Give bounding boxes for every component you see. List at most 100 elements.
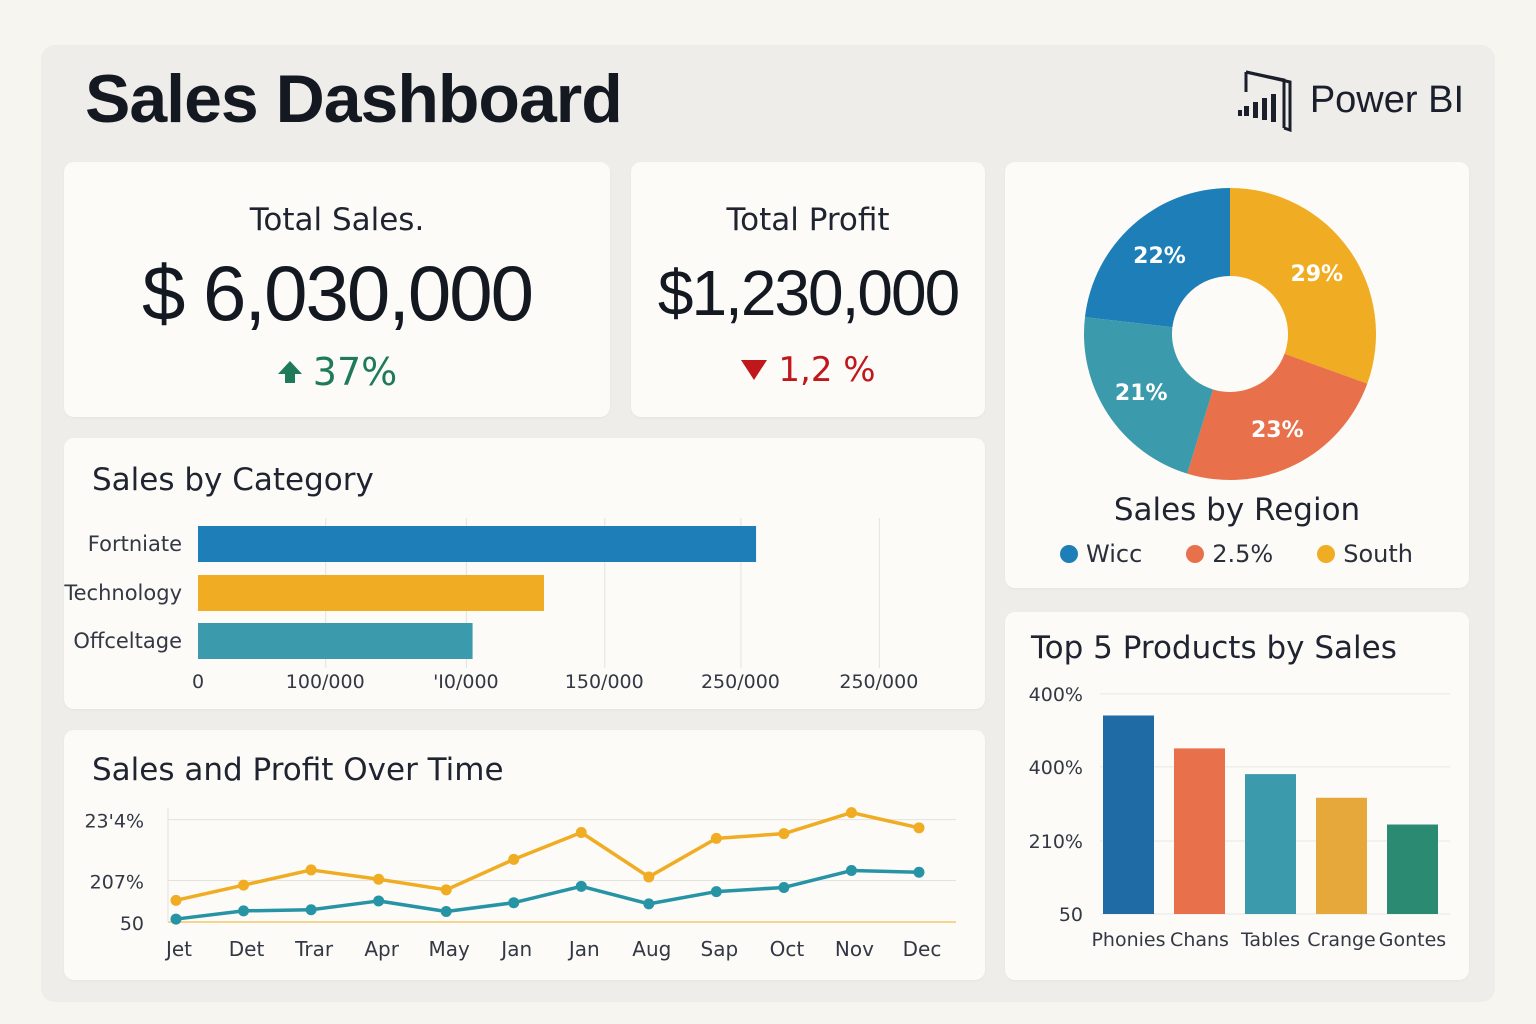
- sales-by-region-card[interactable]: 22% 29% 23% 21% Sales by Region Wicc 2.5% S…: [1005, 162, 1469, 588]
- y-tick-label-3: 400%: [1029, 757, 1083, 779]
- bar-crange: [1316, 797, 1367, 914]
- category-label-1: Fortniate: [88, 532, 182, 556]
- total-profit-delta: 1,2 %: [631, 350, 985, 390]
- y-tick-label-2: 207%: [90, 871, 144, 893]
- series-1-point-12: [913, 822, 925, 834]
- series-line-1: [175, 810, 920, 903]
- series-1-point-10: [778, 828, 790, 840]
- x-tick-label-2: 100/000: [286, 671, 365, 693]
- total-sales-card[interactable]: Total Sales. $ 6,030,000 37%: [64, 162, 610, 417]
- legend-swatch-blue: [1060, 545, 1078, 563]
- total-sales-delta-value: 37%: [312, 350, 398, 394]
- legend-item-2[interactable]: 2.5%: [1186, 540, 1273, 568]
- series-2-point-1: [170, 913, 182, 925]
- y-tick-label-3: 23'4%: [84, 811, 144, 833]
- total-profit-delta-value: 1,2 %: [778, 350, 876, 390]
- series-1-point-6: [508, 853, 520, 865]
- total-profit-card[interactable]: Total Profit $1,230,000 1,2 %: [631, 162, 985, 417]
- bar-phonies: [1103, 715, 1154, 914]
- x-tick-label-11: Nov: [835, 937, 874, 961]
- legend-label-2: 2.5%: [1212, 540, 1274, 568]
- bar-tables: [1245, 774, 1296, 914]
- sales-profit-over-time-card[interactable]: Sales and Profit Over Time 50 207% 23'4% Je…: [64, 730, 985, 980]
- total-sales-value: $ 6,030,000: [141, 249, 534, 337]
- x-tick-label-7: Jan: [567, 937, 600, 961]
- series-2-point-8: [643, 898, 655, 910]
- series-1-point-1: [170, 894, 182, 906]
- total-sales-label: Total Sales.: [249, 202, 425, 238]
- x-tick-label-9: Sap: [701, 937, 739, 961]
- bar-technology: [198, 575, 544, 611]
- x-tick-label-4: Apr: [364, 937, 399, 961]
- x-tick-label-6: Jan: [499, 937, 532, 961]
- brand-label: Power BI: [1309, 78, 1464, 121]
- series-2-point-4: [373, 895, 385, 907]
- donut-label-3: 23%: [1251, 418, 1304, 443]
- series-2-point-2: [238, 905, 250, 917]
- sales-profit-line-chart: 50 207% 23'4% Jet Det Trar Apr May Jan Jan Aug Sap O…: [84, 807, 956, 961]
- legend-label-1: Wicc: [1086, 540, 1143, 568]
- y-tick-label-1: 50: [1059, 904, 1083, 926]
- page-title: Sales Dashboard: [85, 61, 623, 137]
- bar-gontes: [1387, 824, 1438, 914]
- bar-offceltage: [198, 623, 473, 659]
- series-1-point-7: [575, 826, 587, 838]
- sales-by-region-title: Sales by Region: [1113, 492, 1361, 528]
- arrow-down-icon: [741, 360, 768, 380]
- series-1-point-5: [440, 884, 452, 896]
- series-2-point-9: [710, 886, 722, 898]
- x-tick-label-2: Det: [229, 937, 265, 961]
- x-tick-label-3: Trar: [294, 937, 334, 961]
- series-2-point-3: [305, 904, 317, 916]
- x-tick-label-1: Phonies: [1091, 929, 1165, 951]
- series-1-point-9: [710, 832, 722, 844]
- donut-label-2: 29%: [1290, 262, 1343, 287]
- category-label-2: Technology: [64, 581, 182, 605]
- series-2-point-5: [440, 905, 452, 917]
- donut-label-1: 22%: [1133, 244, 1186, 269]
- x-tick-label-5: Gontes: [1379, 929, 1446, 951]
- x-tick-label-2: Chans: [1170, 929, 1229, 951]
- arrow-up-icon: [277, 361, 302, 383]
- total-sales-delta: 37%: [64, 350, 610, 394]
- legend-swatch-orange: [1186, 545, 1205, 563]
- y-tick-label-4: 400%: [1029, 684, 1083, 706]
- region-legend: Wicc 2.5% South: [1060, 540, 1457, 568]
- legend-item-1[interactable]: Wicc: [1060, 540, 1142, 568]
- legend-label-3: South: [1343, 540, 1413, 568]
- brand-logo[interactable]: Power BI: [1237, 68, 1464, 132]
- x-tick-label-5: 250/000: [701, 671, 780, 693]
- donut-label-4: 21%: [1115, 381, 1168, 406]
- x-tick-label-12: Dec: [903, 937, 942, 961]
- series-line-2: [175, 868, 920, 921]
- x-tick-label-4: Crange: [1307, 929, 1376, 951]
- powerbi-icon: [1237, 70, 1292, 132]
- series-2-point-7: [575, 880, 587, 892]
- sales-by-category-card[interactable]: Sales by Category 0 100/000 'I0/000 150/000…: [64, 438, 985, 709]
- x-tick-label-6: 250/000: [839, 671, 918, 693]
- series-1-point-8: [643, 871, 655, 883]
- category-bar-chart: 0 100/000 'I0/000 150/000 250/000 250/000 Fort…: [64, 518, 918, 693]
- series-2-point-11: [845, 865, 857, 877]
- series-1-point-3: [305, 864, 317, 876]
- x-tick-label-1: Jet: [164, 937, 192, 961]
- legend-swatch-yellow: [1317, 545, 1336, 563]
- bar-chans: [1174, 748, 1225, 914]
- top-products-bar-chart: 50 210% 400% 400% Phonies Chans Tables Crange Go…: [1029, 684, 1450, 951]
- series-2-point-6: [508, 897, 520, 909]
- top-products-card[interactable]: Top 5 Products by Sales 50 210% 400% 400% Ph…: [1005, 612, 1469, 980]
- x-tick-label-3: 'I0/000: [433, 671, 499, 693]
- category-label-3: Offceltage: [73, 629, 182, 653]
- series-2-point-12: [913, 866, 925, 878]
- x-tick-label-3: Tables: [1240, 929, 1300, 951]
- x-tick-label-10: Oct: [770, 937, 805, 961]
- series-2-point-10: [778, 881, 790, 893]
- x-tick-label-5: May: [429, 937, 471, 961]
- x-tick-label-4: 150/000: [565, 671, 644, 693]
- bar-fortniate: [198, 526, 757, 562]
- y-tick-label-1: 50: [120, 913, 144, 935]
- total-profit-value: $1,230,000: [657, 257, 960, 329]
- legend-item-3[interactable]: South: [1317, 540, 1413, 568]
- total-profit-label: Total Profit: [726, 202, 890, 238]
- region-donut-chart: 22% 29% 23% 21%: [1084, 188, 1376, 480]
